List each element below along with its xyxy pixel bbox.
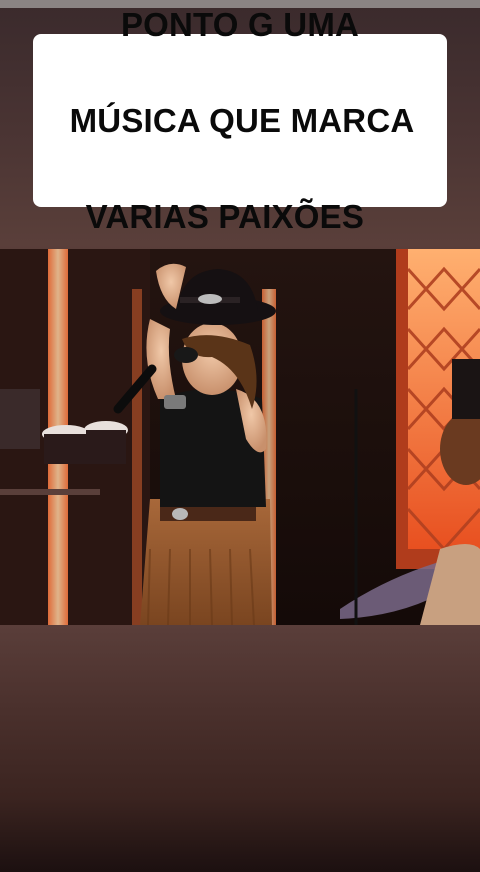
lower-blurred-area	[0, 625, 480, 872]
caption-text: PONTO G UMA MÚSICA QUE MARCA VARIAS PAIX…	[50, 0, 431, 289]
caption-line-1: PONTO G UMA	[120, 5, 360, 43]
caption-line-2: MÚSICA QUE MARCA	[69, 101, 415, 139]
caption-box: PONTO G UMA MÚSICA QUE MARCA VARIAS PAIX…	[33, 6, 447, 235]
caption-line-3: VARIAS PAIXÕES	[85, 197, 365, 235]
video-frame[interactable]	[0, 249, 480, 625]
performer-scene	[0, 249, 480, 625]
